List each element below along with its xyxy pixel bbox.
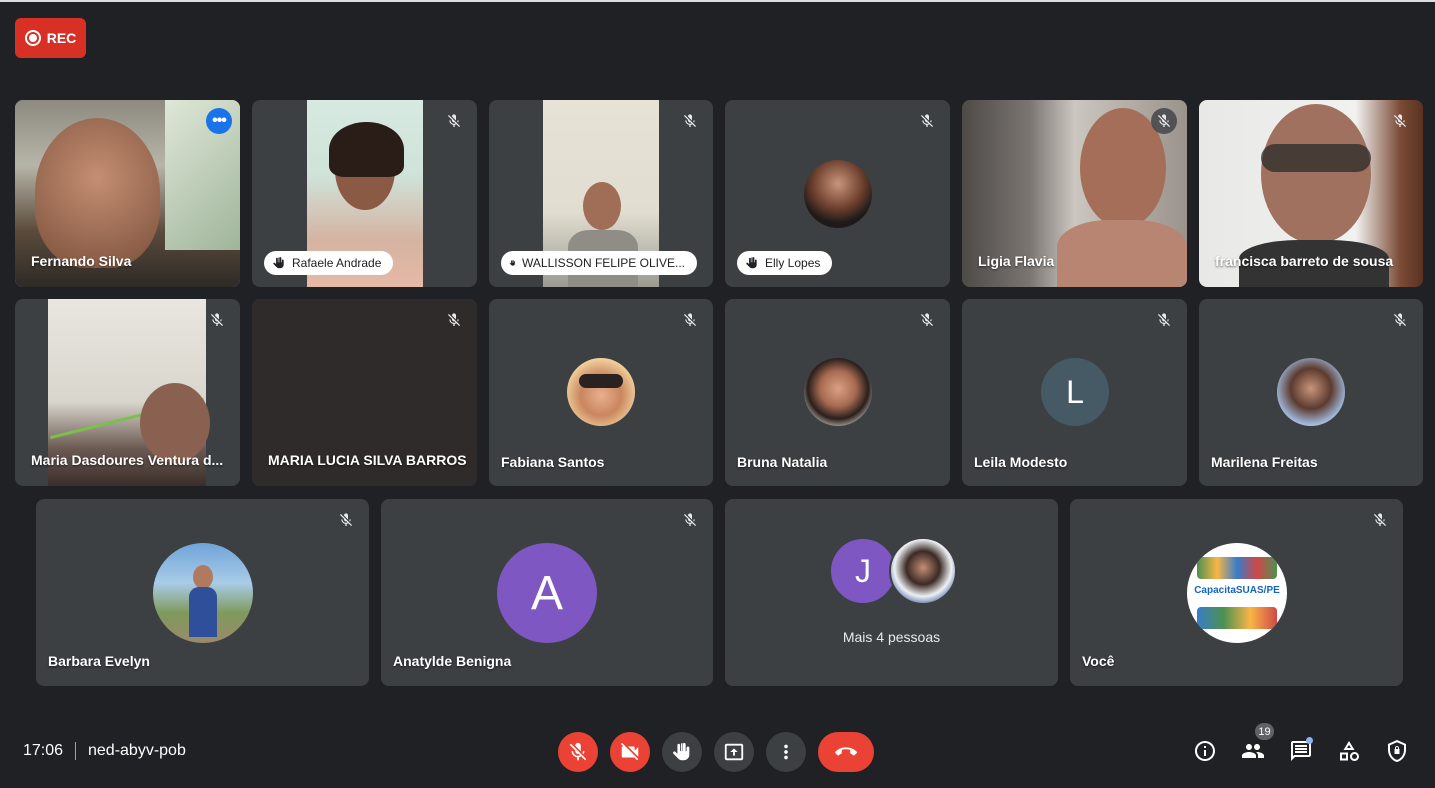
raised-hand-icon [509, 260, 515, 266]
participant-tile-maria-lucia[interactable]: MARIA LUCIA SILVA BARROS [252, 299, 477, 486]
participant-name: Anatylde Benigna [393, 653, 512, 669]
more-options-button[interactable] [766, 732, 806, 772]
participant-avatar [153, 543, 253, 643]
participant-avatar [804, 358, 872, 426]
name-pill: Elly Lopes [737, 251, 833, 275]
participant-tile-ligia[interactable]: Ligia Flavia [962, 100, 1187, 287]
participant-tile-bruna[interactable]: Bruna Natalia [725, 299, 950, 486]
raise-hand-button[interactable] [662, 732, 702, 772]
meeting-time: 17:06 [23, 742, 64, 759]
mic-off-icon [1387, 307, 1413, 333]
people-count-badge: 19 [1255, 723, 1274, 740]
control-bar: 17:06 ned-abyv-pob 19 [0, 712, 1435, 788]
participant-tile-barbara[interactable]: Barbara Evelyn [36, 499, 369, 686]
meeting-details-button[interactable] [1192, 738, 1218, 764]
people-button[interactable] [1240, 738, 1266, 764]
participant-name: Ligia Flavia [978, 253, 1055, 269]
raised-hand-icon [273, 257, 284, 269]
mic-toggle-button[interactable] [558, 732, 598, 772]
participant-name: francisca barreto de sousa [1215, 253, 1394, 269]
participant-name: Barbara Evelyn [48, 653, 150, 669]
participant-avatar [804, 160, 872, 228]
meeting-code: ned-abyv-pob [88, 742, 186, 759]
record-icon [24, 30, 41, 46]
participant-name: Leila Modesto [974, 454, 1068, 470]
participant-tile-maria-dasdoures[interactable]: Maria Dasdoures Ventura d... [15, 299, 240, 486]
mic-off-icon [677, 307, 703, 333]
participant-tile-marilena[interactable]: Marilena Freitas [1199, 299, 1423, 486]
participant-tile-fabiana[interactable]: Fabiana Santos [489, 299, 713, 486]
info-icon [1195, 741, 1215, 761]
participant-name: Fernando Silva [31, 253, 132, 269]
participant-avatar [1277, 358, 1345, 426]
shield-lock-icon [1388, 740, 1406, 762]
self-tile[interactable]: CapacitaSUAS/PE Você [1070, 499, 1403, 686]
more-options-icon[interactable]: ••• [206, 108, 232, 134]
participant-initial-avatar: J [829, 537, 897, 605]
participant-tile-francisca[interactable]: francisca barreto de sousa [1199, 100, 1423, 287]
camera-toggle-button[interactable] [610, 732, 650, 772]
host-controls-button[interactable] [1384, 738, 1410, 764]
participant-tile-fernando[interactable]: ••• Fernando Silva [15, 100, 240, 287]
participant-name: Maria Dasdoures Ventura d... [31, 452, 224, 468]
recording-label: REC [46, 30, 77, 46]
raise-hand-icon [673, 742, 690, 761]
chat-unread-dot [1306, 737, 1313, 744]
capacita-suas-logo-text: CapacitaSUAS/PE [1194, 585, 1280, 596]
participant-name: Bruna Natalia [737, 454, 828, 470]
recording-indicator[interactable]: REC [15, 18, 86, 58]
window-top-border [0, 0, 1435, 2]
activities-button[interactable] [1336, 738, 1362, 764]
participant-name: MARIA LUCIA SILVA BARROS [268, 452, 467, 468]
participant-name: Elly Lopes [765, 256, 821, 270]
mic-off-icon [677, 507, 703, 533]
other-participants-tile[interactable]: J Mais 4 pessoas [725, 499, 1058, 686]
present-screen-icon [724, 743, 744, 761]
participant-name: WALLISSON FELIPE OLIVE... [522, 256, 685, 270]
raised-hand-icon [746, 257, 757, 269]
participant-name: Marilena Freitas [1211, 454, 1318, 470]
people-icon [1242, 744, 1264, 758]
mic-off-icon [914, 307, 940, 333]
participant-tile-rafaele[interactable]: Rafaele Andrade [252, 100, 477, 287]
camera-off-icon [620, 742, 639, 761]
mic-off-icon [204, 307, 230, 333]
name-pill: Rafaele Andrade [264, 251, 394, 275]
participant-initial-avatar: L [1041, 358, 1109, 426]
participant-initial-avatar: A [497, 543, 597, 643]
more-people-label: Mais 4 pessoas [842, 629, 941, 645]
mic-off-icon [677, 108, 703, 134]
participant-avatar [567, 358, 635, 426]
participant-tile-anatylde[interactable]: A Anatylde Benigna [381, 499, 713, 686]
mic-off-icon [1151, 108, 1177, 134]
participant-avatar [889, 537, 957, 605]
capacita-suas-logo: CapacitaSUAS/PE [1187, 543, 1287, 643]
mic-off-icon [1367, 507, 1393, 533]
participant-name: Você [1082, 653, 1115, 669]
mic-off-icon [441, 307, 467, 333]
mic-off-icon [441, 108, 467, 134]
mic-off-icon [1151, 307, 1177, 333]
present-screen-button[interactable] [714, 732, 754, 772]
divider [75, 742, 76, 760]
mic-off-icon [569, 742, 587, 761]
name-pill: WALLISSON FELIPE OLIVE... [501, 251, 697, 275]
mic-off-icon [914, 108, 940, 134]
participant-name: Fabiana Santos [501, 454, 605, 470]
participant-name: Rafaele Andrade [292, 256, 382, 270]
participant-tile-leila[interactable]: L Leila Modesto [962, 299, 1187, 486]
call-end-icon [835, 747, 857, 756]
participant-tile-elly[interactable]: Elly Lopes [725, 100, 950, 287]
participant-tile-wallisson[interactable]: WALLISSON FELIPE OLIVE... [489, 100, 713, 287]
activities-icon [1340, 741, 1359, 761]
more-vert-icon [784, 744, 788, 760]
mic-off-icon [333, 507, 359, 533]
mic-off-icon [1387, 108, 1413, 134]
leave-call-button[interactable] [818, 732, 874, 772]
